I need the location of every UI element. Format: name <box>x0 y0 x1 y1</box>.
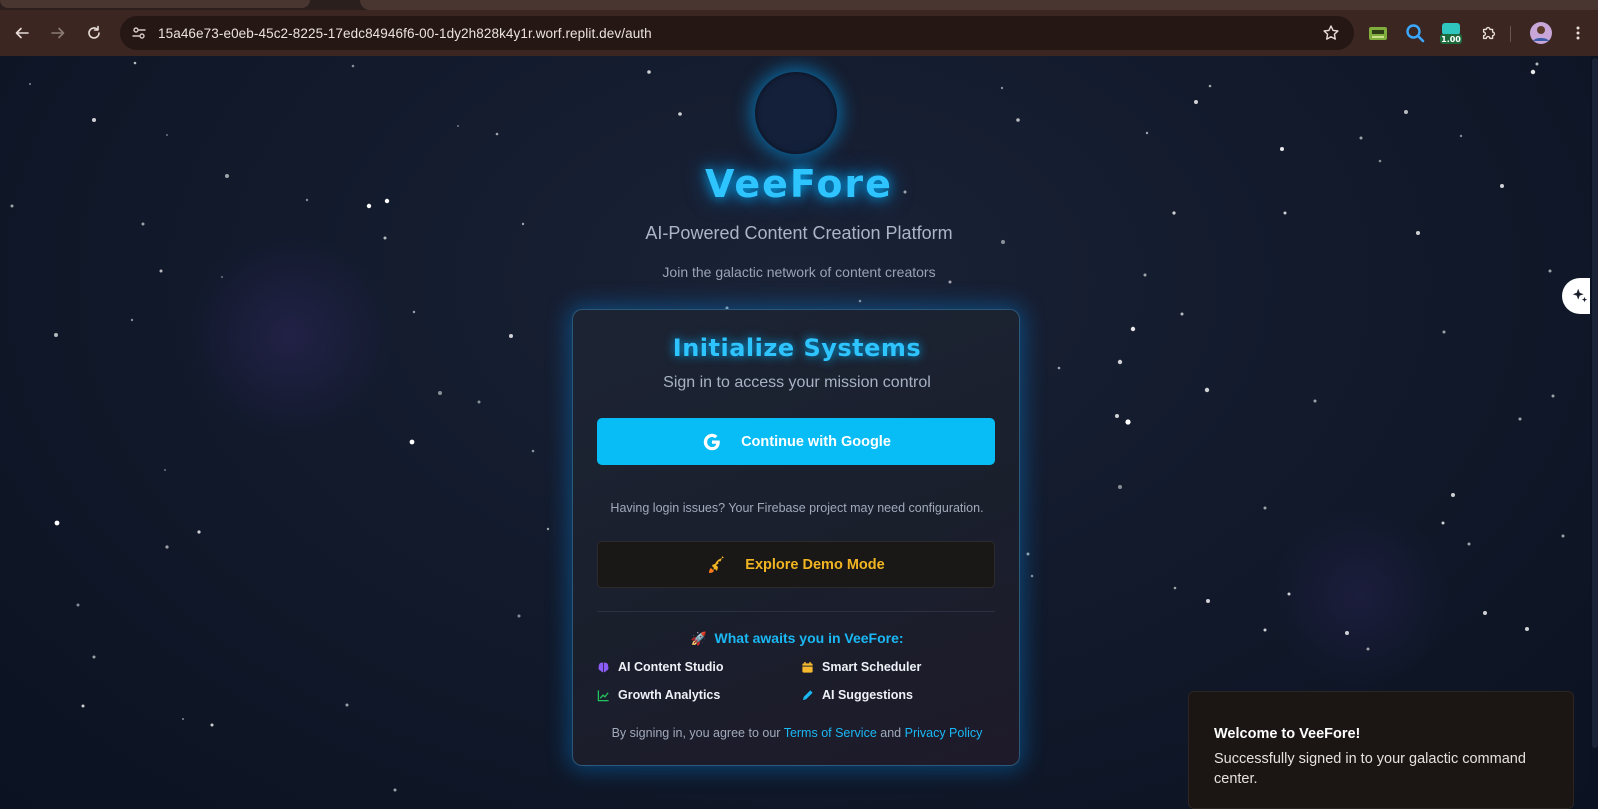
tab-strip <box>0 0 1598 10</box>
profile-avatar[interactable] <box>1528 20 1554 46</box>
browser-toolbar: 15a46e73-e0eb-45c2-8225-17edc84946f6-00-… <box>0 10 1598 56</box>
terms-note: By signing in, you agree to our Terms of… <box>573 726 1021 740</box>
terms-and: and <box>880 726 902 740</box>
extension-badge-text: 1.00 <box>1441 35 1461 44</box>
auth-page: VeeFore AI-Powered Content Creation Plat… <box>0 56 1598 809</box>
terms-of-service-link[interactable]: Terms of Service <box>784 726 877 740</box>
planet-logo <box>755 72 837 154</box>
calendar-icon <box>801 661 814 674</box>
pen-icon <box>801 689 814 702</box>
google-button-label: Continue with Google <box>741 433 891 450</box>
url-text[interactable]: 15a46e73-e0eb-45c2-8225-17edc84946f6-00-… <box>158 26 652 41</box>
feature-ai-suggestions: AI Suggestions <box>801 688 913 702</box>
forward-arrow-icon <box>51 27 65 39</box>
continue-with-google-button[interactable]: Continue with Google <box>597 418 995 465</box>
badge-extension-icon[interactable]: 1.00 <box>1438 20 1464 46</box>
brand-title: VeeFore <box>705 162 893 206</box>
bookmark-star-icon[interactable] <box>1322 24 1340 42</box>
rocket-icon <box>709 555 725 573</box>
card-divider <box>597 611 995 612</box>
browser-menu-icon[interactable] <box>1565 20 1591 46</box>
feature-label: Smart Scheduler <box>822 660 922 674</box>
toast-title: Welcome to VeeFore! <box>1214 726 1361 742</box>
feature-label: Growth Analytics <box>618 688 721 702</box>
toolbar-divider <box>1510 26 1511 42</box>
features-heading-text: What awaits you in VeeFore: <box>714 630 904 646</box>
magnifier-extension-icon[interactable] <box>1402 20 1428 46</box>
address-bar[interactable]: 15a46e73-e0eb-45c2-8225-17edc84946f6-00-… <box>120 16 1354 50</box>
feature-label: AI Suggestions <box>822 688 913 702</box>
forward-button[interactable] <box>44 19 72 47</box>
sparkle-icon <box>1572 288 1588 303</box>
puzzle-extensions-icon[interactable] <box>1476 20 1502 46</box>
brain-icon <box>597 661 610 674</box>
cash-register-extension-icon[interactable] <box>1365 20 1391 46</box>
feature-smart-scheduler: Smart Scheduler <box>801 660 921 674</box>
card-subtitle: Sign in to access your mission control <box>663 374 931 391</box>
card-title: Initialize Systems <box>672 334 922 362</box>
auth-card: Initialize Systems Sign in to access you… <box>572 309 1020 766</box>
sub-tagline: Join the galactic network of content cre… <box>662 264 936 280</box>
chart-icon <box>597 689 610 702</box>
tagline: AI-Powered Content Creation Platform <box>645 223 953 243</box>
welcome-toast: Welcome to VeeFore! Successfully signed … <box>1188 691 1574 809</box>
login-issues-note: Having login issues? Your Firebase proje… <box>610 501 984 515</box>
browser-tab[interactable] <box>0 0 310 8</box>
rocket-emoji-icon: 🚀 <box>690 631 707 646</box>
back-button[interactable] <box>8 19 36 47</box>
site-info-icon[interactable] <box>130 24 148 42</box>
terms-prefix: By signing in, you agree to our <box>611 726 781 740</box>
explore-demo-mode-button[interactable]: Explore Demo Mode <box>597 541 995 588</box>
reload-button[interactable] <box>80 19 108 47</box>
scrollbar-thumb[interactable] <box>1592 58 1598 748</box>
features-heading: 🚀 What awaits you in VeeFore: <box>573 630 1021 647</box>
google-icon <box>703 433 720 450</box>
feature-ai-content-studio: AI Content Studio <box>597 660 724 674</box>
reload-icon <box>88 25 100 39</box>
privacy-policy-link[interactable]: Privacy Policy <box>905 726 983 740</box>
feature-label: AI Content Studio <box>618 660 724 674</box>
feature-growth-analytics: Growth Analytics <box>597 688 720 702</box>
active-tab[interactable] <box>360 0 1598 10</box>
back-arrow-icon <box>15 27 29 39</box>
demo-button-label: Explore Demo Mode <box>745 556 885 573</box>
toast-message: Successfully signed in to your galactic … <box>1214 751 1526 787</box>
